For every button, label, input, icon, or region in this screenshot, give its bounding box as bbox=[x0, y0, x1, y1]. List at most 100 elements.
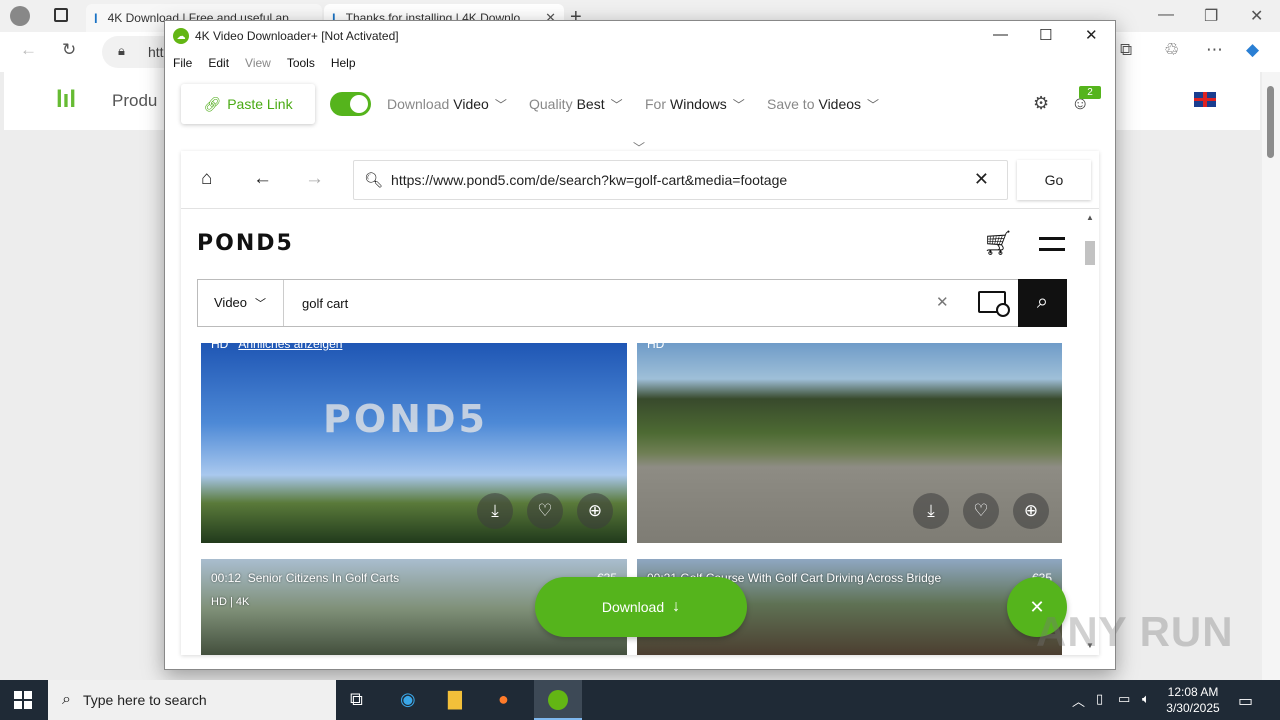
notification-badge: 2 bbox=[1079, 86, 1101, 99]
menu-file[interactable]: File bbox=[165, 53, 200, 73]
edge-icon[interactable]: ◉ bbox=[400, 689, 416, 710]
card-badge: HD bbox=[211, 343, 229, 351]
video-card[interactable]: HD ⤓ ♡ ⊕ bbox=[637, 343, 1062, 543]
battery-icon[interactable]: ▯ bbox=[1096, 691, 1103, 707]
tray-chevron-icon[interactable]: ︿ bbox=[1072, 691, 1085, 710]
scroll-thumb[interactable] bbox=[1085, 241, 1095, 265]
download-icon[interactable]: ⤓ bbox=[477, 493, 513, 529]
media-type-select[interactable]: Video ﹀ bbox=[198, 280, 284, 326]
url-text: https://www.pond5.com/de/search?kw=golf-… bbox=[391, 172, 788, 188]
similar-link[interactable]: Ähnliches anzeigen bbox=[238, 343, 342, 351]
back-icon[interactable]: ← bbox=[253, 168, 272, 190]
scroll-thumb[interactable] bbox=[1267, 86, 1274, 158]
volume-icon[interactable]: 🔈︎ bbox=[1142, 691, 1150, 707]
paste-link-label: Paste Link bbox=[227, 96, 293, 112]
tab-actions-icon[interactable] bbox=[54, 8, 68, 22]
home-icon[interactable]: ⌂ bbox=[201, 168, 212, 190]
download-type-dropdown[interactable]: Download Video ﹀ bbox=[387, 96, 507, 113]
clock-time: 12:08 AM bbox=[1167, 685, 1219, 699]
download-icon[interactable]: ⤓ bbox=[913, 493, 949, 529]
copilot-icon[interactable]: ◆ bbox=[1246, 40, 1259, 60]
app-maximize-icon[interactable]: ☐ bbox=[1039, 26, 1052, 44]
search-icon: 🔍︎ bbox=[364, 172, 384, 189]
file-explorer-icon[interactable]: ▇ bbox=[448, 689, 462, 710]
clip-title: 00:12 Senior Citizens In Golf Carts bbox=[211, 571, 399, 585]
paste-link-button[interactable]: 🔗︎ Paste Link bbox=[181, 84, 315, 124]
download-button-label: Download bbox=[601, 599, 665, 615]
firefox-icon[interactable]: ● bbox=[498, 689, 509, 710]
menubar: File Edit View Tools Help bbox=[165, 53, 364, 73]
smart-mode-toggle[interactable] bbox=[330, 92, 371, 116]
more-icon[interactable]: ⋯ bbox=[1206, 40, 1223, 60]
go-button[interactable]: Go bbox=[1017, 160, 1091, 200]
toolbar: 🔗︎ Paste Link Download Video ﹀ Quality Best… bbox=[165, 79, 1115, 131]
back-icon[interactable]: ← bbox=[20, 40, 37, 60]
address-text: htt bbox=[148, 44, 164, 60]
image-search-icon[interactable] bbox=[978, 291, 1010, 317]
app-minimize-icon[interactable]: — bbox=[993, 26, 1008, 43]
clear-url-icon[interactable]: ✕ bbox=[974, 169, 989, 190]
clock-date: 3/30/2025 bbox=[1166, 701, 1220, 715]
browser-scrollbar[interactable] bbox=[1262, 72, 1280, 680]
app-close-icon[interactable]: ✕ bbox=[1085, 26, 1098, 44]
4k-downloader-icon bbox=[548, 690, 568, 710]
close-icon[interactable]: ✕ bbox=[1250, 6, 1263, 26]
restore-icon[interactable]: ❐ bbox=[1204, 6, 1218, 26]
pond5-search-bar: Video ﹀ golf cart ✕ ⌕ bbox=[197, 279, 1067, 327]
forward-icon[interactable]: → bbox=[305, 168, 324, 190]
chevron-down-icon: ﹀ bbox=[867, 98, 880, 112]
toggle-knob bbox=[350, 95, 368, 113]
refresh-icon[interactable]: ↻ bbox=[62, 40, 76, 60]
gear-icon[interactable]: ⚙ bbox=[1033, 93, 1049, 114]
search-button[interactable]: ⌕ bbox=[1018, 279, 1067, 327]
pond5-watermark: POND5 bbox=[323, 397, 488, 441]
quality-dropdown[interactable]: Quality Best ﹀ bbox=[529, 96, 623, 113]
cart-icon[interactable]: 🛒︎ bbox=[983, 229, 1013, 258]
menu-help[interactable]: Help bbox=[323, 53, 364, 73]
menu-view[interactable]: View bbox=[237, 53, 279, 73]
extensions-icon[interactable]: ♲ bbox=[1164, 40, 1179, 60]
windows-start-icon[interactable] bbox=[14, 691, 32, 709]
embedded-scrollbar[interactable]: ▲ ▼ bbox=[1081, 209, 1099, 655]
heart-icon[interactable]: ♡ bbox=[527, 493, 563, 529]
profile-icon[interactable] bbox=[10, 6, 30, 26]
menu-tools[interactable]: Tools bbox=[279, 53, 323, 73]
uk-flag-icon[interactable] bbox=[1194, 92, 1216, 107]
url-input[interactable]: 🔍︎ https://www.pond5.com/de/search?kw=go… bbox=[353, 160, 1008, 200]
4k-logo-icon[interactable]: lıl bbox=[56, 86, 76, 114]
taskbar: ⌕ Type here to search ⧉ ◉ ▇ ● ︿ ▯ ▭ 🔈︎ 1… bbox=[0, 680, 1280, 720]
system-clock[interactable]: 12:08 AM 3/30/2025 bbox=[1158, 684, 1228, 716]
notifications-icon[interactable]: ▭ bbox=[1238, 691, 1253, 711]
pond5-logo[interactable]: POND5 bbox=[197, 231, 294, 256]
lock-icon: 🔒︎ bbox=[118, 43, 125, 58]
collections-icon[interactable]: ⧉ bbox=[1120, 40, 1132, 60]
menu-edit[interactable]: Edit bbox=[200, 53, 237, 73]
heart-icon[interactable]: ♡ bbox=[963, 493, 999, 529]
format-value: Windows bbox=[670, 96, 727, 112]
search-icon: ⌕ bbox=[62, 691, 71, 708]
add-to-cart-icon[interactable]: ⊕ bbox=[577, 493, 613, 529]
products-link[interactable]: Produ bbox=[112, 91, 157, 111]
download-type-label: Download bbox=[387, 96, 450, 112]
chevron-down-icon: ﹀ bbox=[494, 98, 507, 112]
menu-icon[interactable] bbox=[1039, 237, 1065, 251]
format-label: For bbox=[645, 96, 666, 112]
app-title: 4K Video Downloader+ [Not Activated] bbox=[195, 29, 399, 43]
scroll-up-icon[interactable]: ▲ bbox=[1086, 213, 1094, 222]
card-top-info: HD Ähnliches anzeigen bbox=[211, 343, 342, 351]
save-to-label: Save to bbox=[767, 96, 815, 112]
anyrun-watermark: ANY RUN bbox=[1036, 608, 1234, 655]
format-dropdown[interactable]: For Windows ﹀ bbox=[645, 96, 745, 113]
task-view-icon[interactable]: ⧉ bbox=[350, 689, 363, 710]
search-input[interactable]: golf cart bbox=[302, 296, 348, 311]
add-to-cart-icon[interactable]: ⊕ bbox=[1013, 493, 1049, 529]
taskbar-search[interactable]: ⌕ Type here to search bbox=[48, 680, 336, 720]
download-button[interactable]: Download ↓ bbox=[535, 577, 747, 637]
chevron-down-icon: ﹀ bbox=[610, 98, 623, 112]
app-logo-icon: ☁ bbox=[173, 28, 189, 44]
minimize-icon[interactable]: — bbox=[1158, 6, 1174, 24]
network-icon[interactable]: ▭ bbox=[1118, 691, 1130, 707]
save-to-dropdown[interactable]: Save to Videos ﹀ bbox=[767, 96, 879, 113]
video-card[interactable]: HD Ähnliches anzeigen POND5 ⤓ ♡ ⊕ bbox=[201, 343, 627, 543]
clear-search-icon[interactable]: ✕ bbox=[936, 293, 949, 311]
